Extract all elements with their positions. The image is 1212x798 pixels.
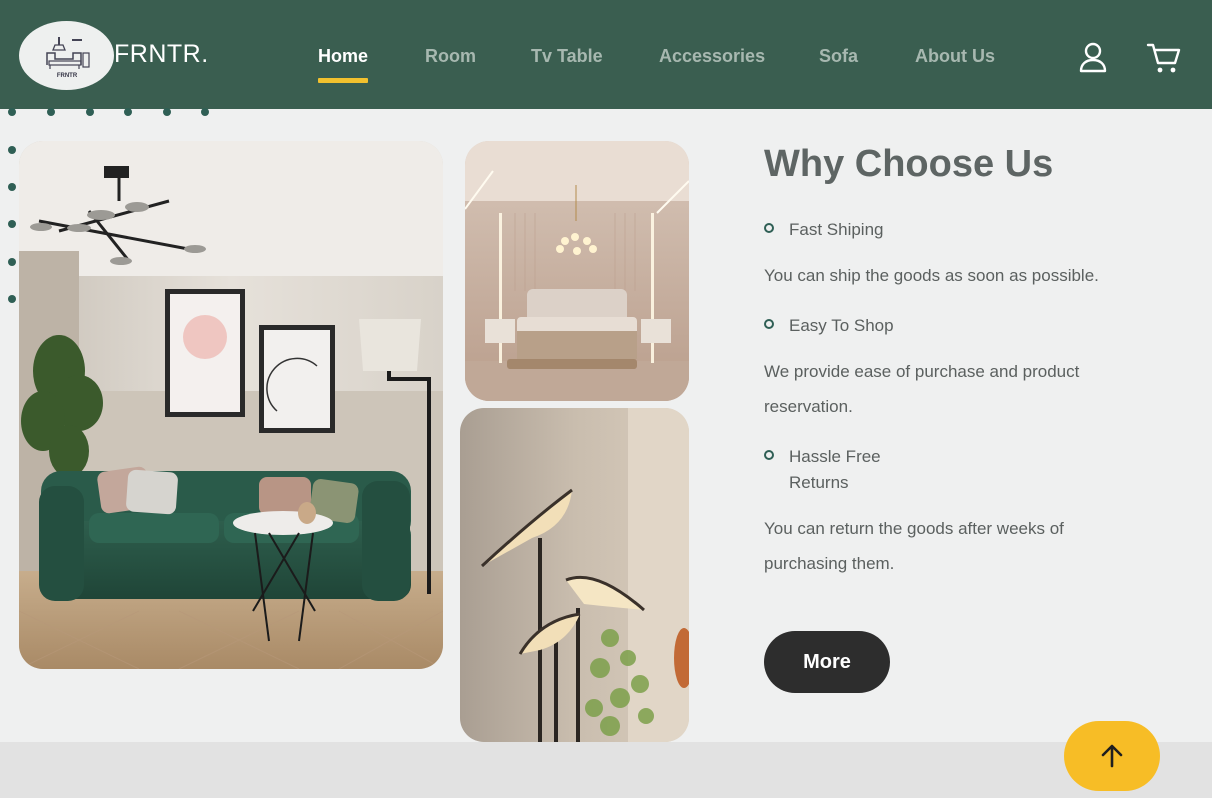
nav-sofa[interactable]: Sofa bbox=[819, 46, 858, 67]
feature-hassle-free-returns: Hassle Free Returns bbox=[764, 444, 881, 496]
feature-description: You can ship the goods as soon as possib… bbox=[764, 266, 1099, 285]
nav-accessories[interactable]: Accessories bbox=[659, 46, 765, 67]
user-icon[interactable] bbox=[1078, 40, 1108, 79]
nav-active-indicator bbox=[318, 78, 368, 83]
feature-label: Fast Shiping bbox=[789, 220, 884, 239]
nav-tv-table[interactable]: Tv Table bbox=[531, 46, 603, 67]
logo-furniture-icon: FRNTR bbox=[45, 36, 90, 79]
logo-caption: FRNTR bbox=[56, 73, 77, 79]
section-title: Why Choose Us bbox=[764, 143, 1054, 185]
arrow-up-icon bbox=[1101, 744, 1123, 768]
nav-home[interactable]: Home bbox=[318, 46, 368, 67]
feature-description: You can return the goods after weeks of … bbox=[764, 519, 1064, 573]
site-header: FRNTR FRNTR. Home Room Tv Table Accessor… bbox=[0, 0, 1212, 109]
logo[interactable]: FRNTR bbox=[19, 21, 114, 90]
scroll-to-top-button[interactable] bbox=[1064, 721, 1160, 791]
feature-easy-to-shop: Easy To Shop bbox=[764, 313, 894, 339]
feature-description: We provide ease of purchase and product … bbox=[764, 362, 1080, 416]
feature-label-line2: Returns bbox=[789, 473, 849, 492]
brand-name[interactable]: FRNTR. bbox=[114, 40, 209, 69]
footer-band bbox=[0, 742, 1212, 798]
nav-room[interactable]: Room bbox=[425, 46, 476, 67]
living-room-photo bbox=[19, 141, 443, 669]
bullet-icon bbox=[764, 319, 774, 329]
feature-label: Hassle Free Returns bbox=[789, 444, 881, 496]
feature-fast-shipping: Fast Shiping bbox=[764, 217, 884, 243]
nav-about-us[interactable]: About Us bbox=[915, 46, 995, 67]
bird-lamps-photo bbox=[460, 408, 689, 742]
feature-label: Easy To Shop bbox=[789, 316, 894, 335]
bullet-icon bbox=[764, 450, 774, 460]
more-button[interactable]: More bbox=[764, 631, 890, 693]
bedroom-photo bbox=[465, 141, 689, 401]
feature-label-line1: Hassle Free bbox=[789, 447, 881, 466]
bullet-icon bbox=[764, 223, 774, 233]
shopping-cart-icon[interactable] bbox=[1146, 40, 1182, 81]
